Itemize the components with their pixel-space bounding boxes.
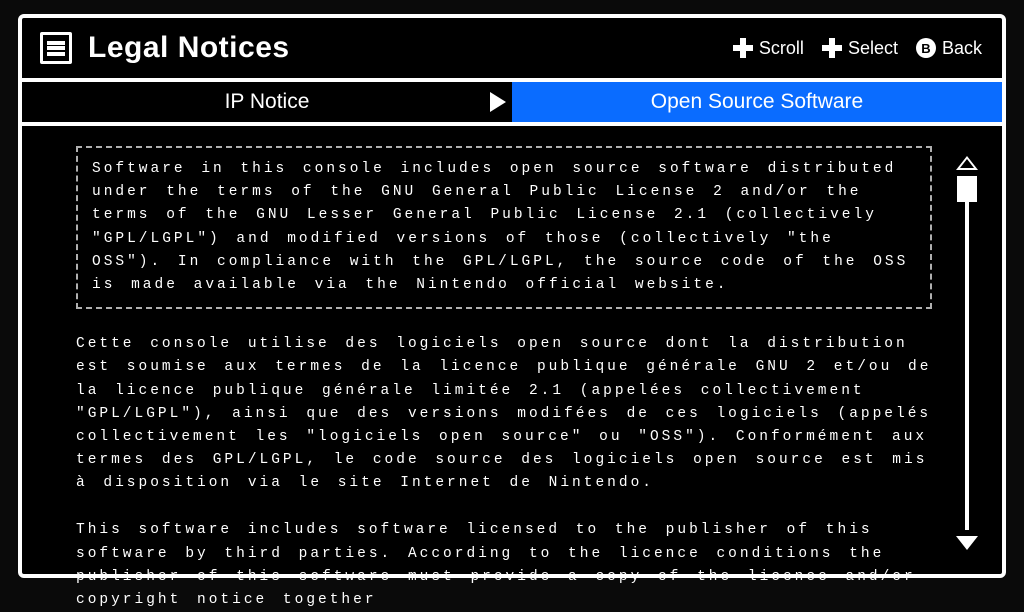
scrollbar[interactable] (956, 156, 978, 550)
input-hints: Scroll Select B Back (733, 38, 982, 59)
tab-open-source-label: Open Source Software (651, 90, 863, 114)
paragraph-2: Cette console utilise des logiciels open… (76, 333, 932, 495)
scroll-down-icon[interactable] (956, 536, 978, 550)
scroll-track[interactable] (965, 176, 969, 530)
tab-bar: IP Notice Open Source Software (22, 78, 1002, 126)
window-frame: Legal Notices Scroll Select B Back IP No… (18, 14, 1006, 578)
header-bar: Legal Notices Scroll Select B Back (22, 18, 1002, 78)
tab-cursor-icon (490, 92, 506, 112)
content-area: Software in this console includes open s… (22, 126, 1002, 570)
hint-back: B Back (916, 38, 982, 59)
hint-scroll-label: Scroll (759, 38, 804, 59)
dpad-icon (822, 38, 842, 58)
hint-select: Select (822, 38, 898, 59)
paragraph-1: Software in this console includes open s… (92, 158, 916, 297)
page-title: Legal Notices (88, 31, 733, 65)
paragraph-3: This software includes software licensed… (76, 519, 932, 612)
dpad-icon (733, 38, 753, 58)
scroll-up-icon[interactable] (956, 156, 978, 170)
hint-back-label: Back (942, 38, 982, 59)
b-button-icon: B (916, 38, 936, 58)
tab-ip-notice[interactable]: IP Notice (22, 82, 512, 122)
menu-icon (40, 32, 72, 64)
tab-open-source[interactable]: Open Source Software (512, 82, 1002, 122)
hint-select-label: Select (848, 38, 898, 59)
tab-ip-notice-label: IP Notice (225, 90, 310, 114)
hint-scroll: Scroll (733, 38, 804, 59)
selected-paragraph-box[interactable]: Software in this console includes open s… (76, 146, 932, 309)
scroll-thumb[interactable] (957, 176, 977, 202)
